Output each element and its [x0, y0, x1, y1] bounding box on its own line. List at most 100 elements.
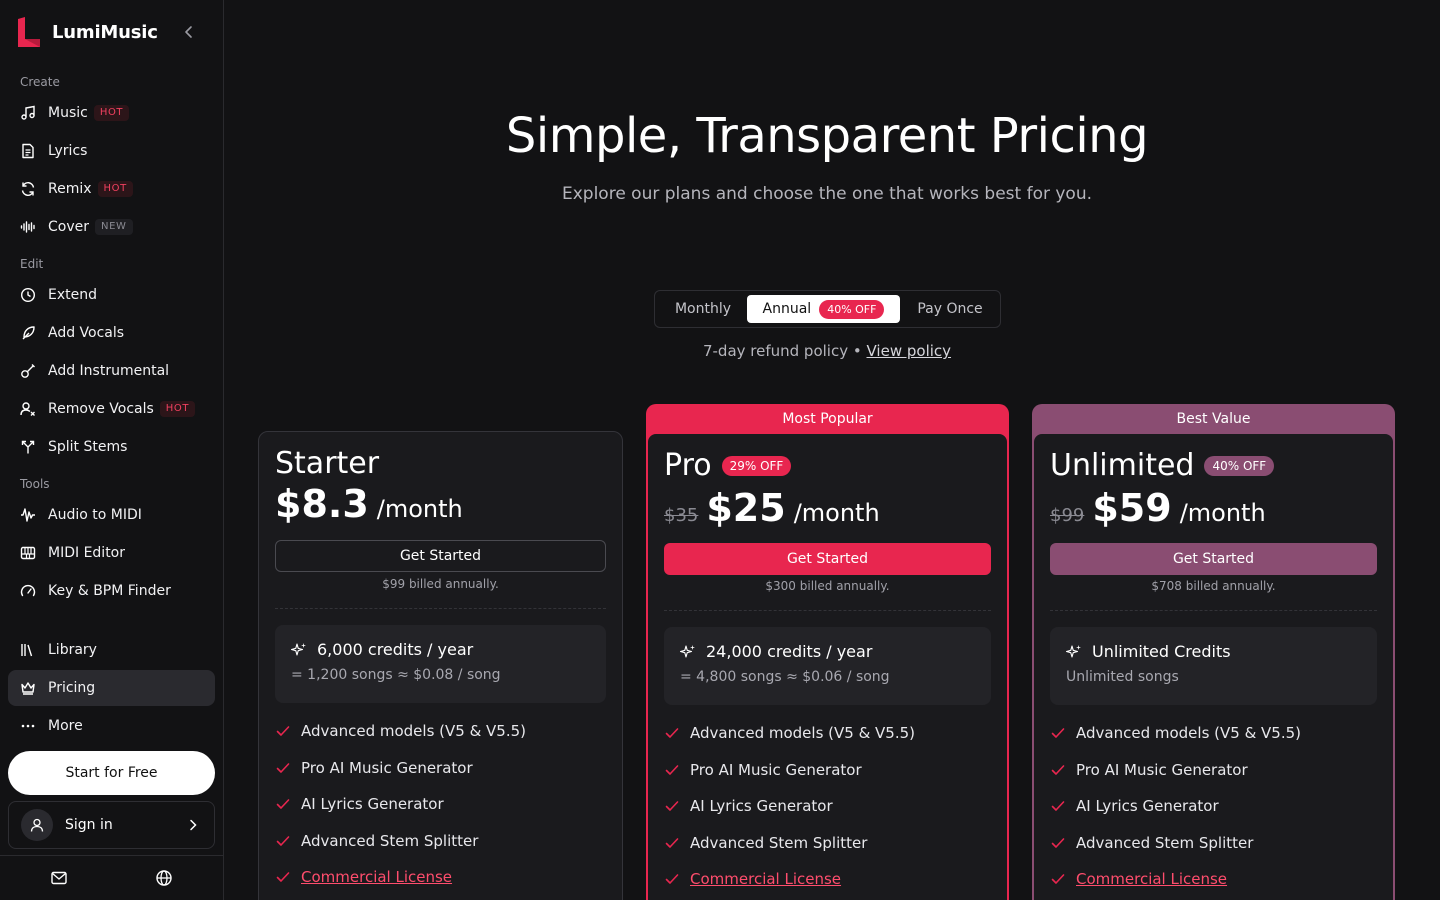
billed-note: $300 billed annually.	[765, 579, 890, 593]
sidebar-item-label: More	[48, 718, 83, 734]
split-icon	[20, 439, 36, 455]
hot-badge: HOT	[159, 401, 196, 417]
globe-icon[interactable]	[155, 869, 173, 887]
check-icon	[1050, 798, 1066, 814]
collapse-sidebar-icon[interactable]	[181, 24, 197, 40]
old-price: $99	[1050, 505, 1085, 526]
get-started-button[interactable]: Get Started	[664, 543, 991, 575]
feature-text: Pro AI Music Generator	[690, 760, 862, 779]
feature-text: Advanced Stem Splitter	[690, 833, 868, 852]
sidebar-item-label: Key & BPM Finder	[48, 583, 171, 599]
credits-title-text: Unlimited Credits	[1092, 642, 1231, 661]
check-icon	[1050, 871, 1066, 887]
sidebar-item-remix[interactable]: Remix HOT	[8, 171, 215, 207]
price: $8.3	[275, 482, 369, 526]
sidebar-item-remove-vocals[interactable]: Remove Vocals HOT	[8, 391, 215, 427]
start-for-free-button[interactable]: Start for Free	[8, 751, 215, 795]
check-icon	[275, 760, 291, 776]
sidebar-item-add-vocals[interactable]: Add Vocals	[8, 315, 215, 351]
feature-item: Pro AI Music Generator	[664, 752, 991, 789]
billed-note: $99 billed annually.	[382, 577, 499, 591]
plan-card-pro: Most Popular Pro 29% OFF $35 $25 /month …	[646, 404, 1009, 900]
sidebar-item-more[interactable]: More	[8, 708, 215, 744]
sidebar-item-label: Add Instrumental	[48, 363, 170, 379]
discount-badge: 40% OFF	[1204, 455, 1275, 476]
waveform-icon	[20, 219, 36, 235]
hot-badge: HOT	[97, 181, 133, 197]
sidebar-item-label: Extend	[48, 287, 97, 303]
sidebar-item-lyrics[interactable]: Lyrics	[8, 133, 215, 169]
feature-text: AI Lyrics Generator	[1076, 797, 1219, 816]
get-started-button[interactable]: Get Started	[275, 540, 606, 572]
ellipsis-icon	[20, 718, 36, 734]
feature-item: Commercial License	[1050, 861, 1377, 898]
sidebar-item-music[interactable]: Music HOT	[8, 95, 215, 131]
feature-item: Pro AI Music Generator	[275, 750, 606, 787]
sidebar-item-label: Split Stems	[48, 439, 128, 455]
hot-badge: HOT	[93, 105, 130, 121]
plan-name: Pro 29% OFF	[664, 448, 792, 483]
feature-item: Advanced models (V5 & V5.5)	[1050, 715, 1377, 752]
sidebar-item-cover[interactable]: Cover NEW	[8, 209, 215, 245]
sidebar-item-add-instrumental[interactable]: Add Instrumental	[8, 353, 215, 389]
sidebar-item-split-stems[interactable]: Split Stems	[8, 429, 215, 465]
crown-icon	[20, 680, 36, 696]
plan-card-unlimited: Best Value Unlimited 40% OFF $99 $59 /mo…	[1032, 404, 1395, 900]
sparkle-icon	[679, 644, 696, 660]
get-started-button[interactable]: Get Started	[1050, 543, 1377, 575]
credits-box: 24,000 credits / year = 4,800 songs ≈ $0…	[664, 627, 991, 705]
sidebar-item-pricing[interactable]: Pricing	[8, 670, 215, 706]
check-icon	[1050, 725, 1066, 741]
sidebar-item-label: MIDI Editor	[48, 545, 125, 561]
commercial-license-link[interactable]: Commercial License	[301, 868, 452, 886]
billing-option-annual[interactable]: Annual 40% OFF	[747, 295, 900, 323]
sidebar-item-library[interactable]: Library	[8, 632, 215, 668]
billing-option-monthly[interactable]: Monthly	[659, 295, 747, 323]
feature-item: Advanced Stem Splitter	[275, 823, 606, 860]
main-content: Simple, Transparent Pricing Explore our …	[224, 0, 1440, 900]
commercial-license-link[interactable]: Commercial License	[690, 870, 841, 888]
sidebar-item-label: Pricing	[48, 680, 96, 696]
feature-item: Advanced models (V5 & V5.5)	[664, 715, 991, 752]
price-period: /month	[376, 495, 463, 523]
price-period: /month	[793, 499, 880, 527]
divider	[275, 608, 606, 609]
view-policy-link[interactable]: View policy	[867, 342, 952, 360]
sidebar-item-audio-to-midi[interactable]: Audio to MIDI	[8, 497, 215, 533]
sidebar-item-extend[interactable]: Extend	[8, 277, 215, 313]
check-icon	[275, 723, 291, 739]
price: $25	[706, 486, 786, 530]
billing-option-pay-once[interactable]: Pay Once	[905, 295, 995, 323]
feature-item: Advanced Stem Splitter	[664, 825, 991, 862]
feature-text: Pro AI Music Generator	[1076, 760, 1248, 779]
sign-in-label: Sign in	[65, 817, 113, 833]
feature-item: Advanced models (V5 & V5.5)	[275, 713, 606, 750]
section-label-edit: Edit	[20, 257, 44, 271]
sidebar-item-label: Music	[48, 105, 88, 121]
sign-in-button[interactable]: Sign in	[8, 801, 215, 849]
check-icon	[664, 835, 680, 851]
document-icon	[20, 143, 36, 159]
refund-policy: 7-day refund policy • View policy	[224, 342, 1430, 360]
best-value-ribbon: Best Value	[1176, 411, 1251, 427]
sidebar-item-label: Add Vocals	[48, 325, 125, 341]
section-label-create: Create	[20, 75, 60, 89]
price-row: $99 $59 /month	[1050, 486, 1266, 530]
price-row: $8.3 /month	[275, 482, 463, 526]
feature-item: Commercial License	[275, 859, 606, 896]
commercial-license-link[interactable]: Commercial License	[1076, 870, 1227, 888]
credits-title: 24,000 credits / year	[679, 642, 872, 661]
check-icon	[1050, 762, 1066, 778]
sidebar-item-midi-editor[interactable]: MIDI Editor	[8, 535, 215, 571]
sidebar-item-label: Remix	[48, 181, 92, 197]
feature-text: AI Lyrics Generator	[690, 797, 833, 816]
feature-text: Advanced models (V5 & V5.5)	[1076, 724, 1302, 743]
app-name: LumiMusic	[52, 21, 158, 43]
sidebar-item-key-bpm-finder[interactable]: Key & BPM Finder	[8, 573, 215, 609]
logo-row[interactable]: LumiMusic	[18, 16, 207, 48]
mail-icon[interactable]	[50, 869, 68, 887]
plan-name-text: Starter	[275, 446, 380, 481]
music-note-icon	[20, 105, 36, 121]
discount-badge: 29% OFF	[721, 455, 792, 476]
plan-card-starter: Starter $8.3 /month Get Started $99 bill…	[258, 431, 623, 900]
